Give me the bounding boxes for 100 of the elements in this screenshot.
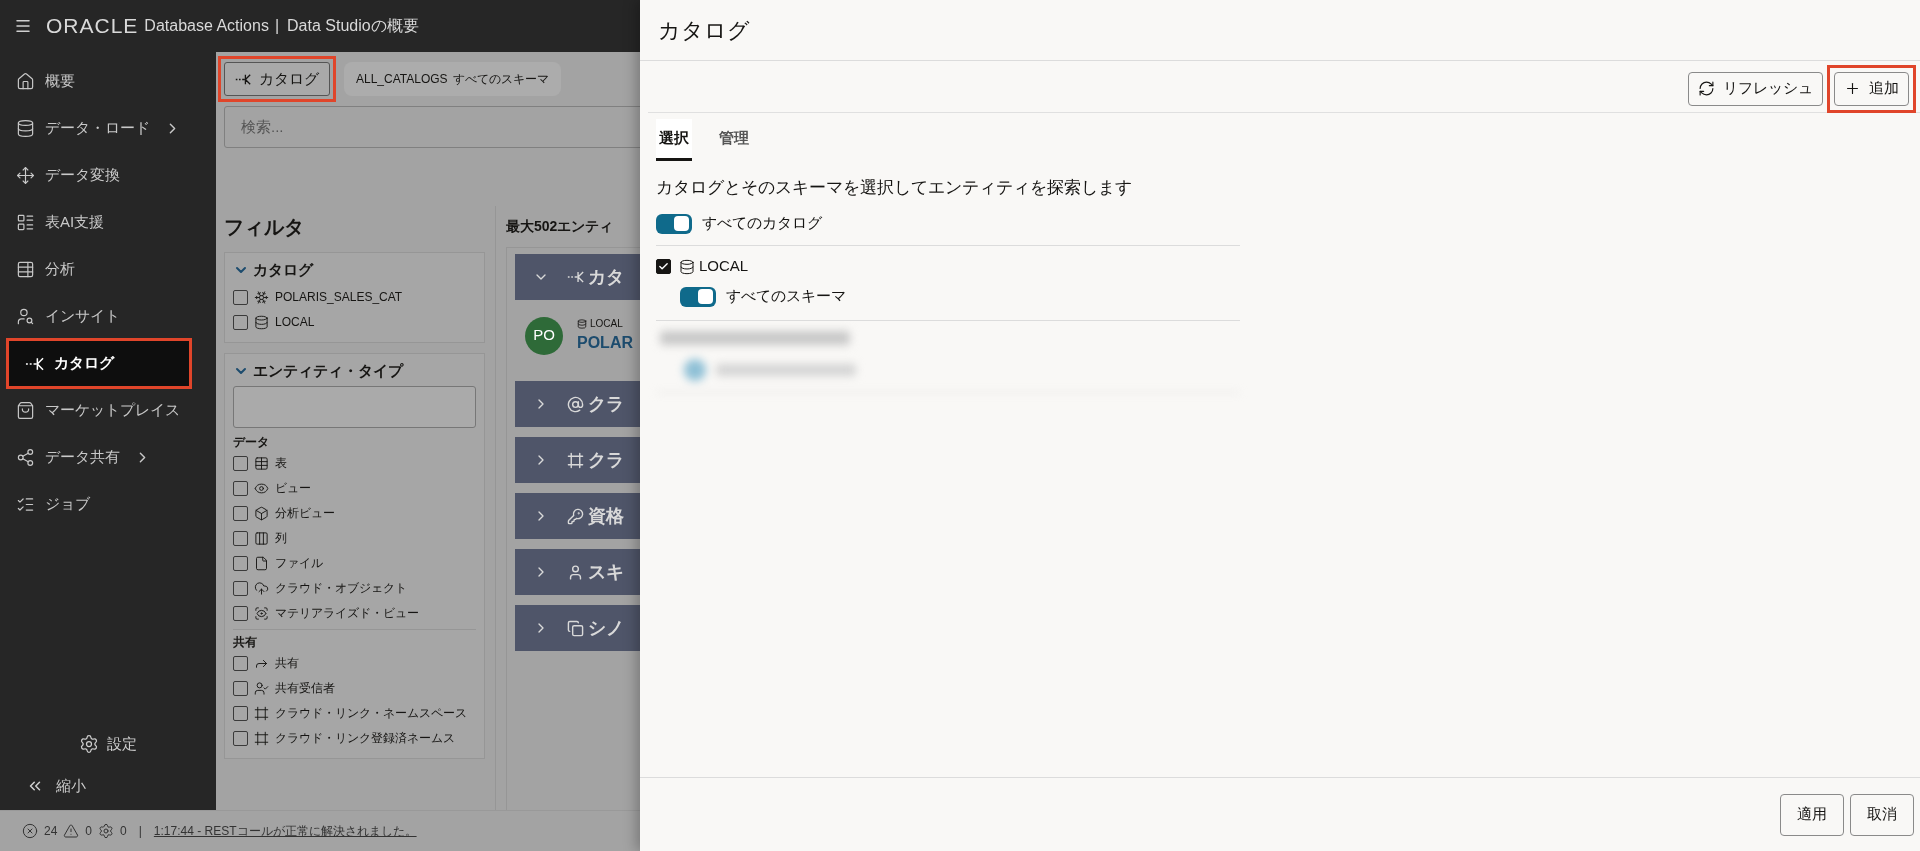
database-icon [577,318,587,329]
filter-option-label: クラウド・オブジェクト [275,581,407,596]
filter-option-label: 表 [275,456,287,471]
user-icon [567,563,584,581]
panel-description: カタログとそのスキーマを選択してエンティティを探索します [656,177,1133,199]
at-sign-icon [567,395,584,413]
checkbox[interactable] [233,314,248,330]
cancel-button[interactable]: 取消 [1850,793,1914,836]
scope-chip[interactable]: ALL_CATALOGS すべてのスキーマ [344,62,561,96]
scan-eye-icon [254,606,269,621]
status-message-link[interactable]: 1:17:44 - RESTコールが正常に解決されました。 [153,822,417,840]
snowflake-icon [254,289,269,305]
tab[interactable]: 選択 [656,119,692,161]
user-check-icon [254,681,269,696]
filter-option-label: クラウド・リンク・ネームスペース [275,706,467,721]
sidebar-item[interactable]: 概要 [0,59,216,104]
checkbox[interactable] [233,706,248,721]
entity-group-header[interactable]: スキ [515,549,640,595]
checkbox[interactable] [233,731,248,746]
checkbox[interactable] [233,606,248,621]
tab[interactable]: 管理 [716,119,752,161]
brand-logo: ORACLE [46,13,139,40]
entity-group-header[interactable]: シノ [515,605,640,651]
toggle-label: すべてのスキーマ [726,286,846,307]
status-separator: | [138,823,142,840]
eye-icon [254,481,269,496]
entity-group-header[interactable]: クラ [515,381,640,427]
cube-icon [254,506,269,521]
shopping-bag-icon [16,401,35,420]
checkbox[interactable] [233,456,248,471]
entity-group-header[interactable]: 資格 [515,493,640,539]
catalog-name: LOCAL [699,256,749,277]
section-header[interactable]: エンティティ・タイプ [233,359,403,382]
filter-option-label: ビュー [275,481,311,496]
entity-group-header[interactable]: カタ [515,254,640,300]
filter-input-field[interactable] [233,386,476,428]
page-title: Data Studioの概要 [287,16,419,36]
sidebar-item[interactable]: データ変換 [0,153,216,198]
toggle-switch[interactable] [656,213,692,234]
database-icon [254,314,269,330]
sidebar-item[interactable]: カタログ [9,341,189,386]
checkbox[interactable] [233,531,248,546]
results-heading: 最大502エンティ [506,217,615,236]
title-separator: | [274,16,280,36]
menu-icon[interactable] [14,17,32,35]
plus-icon [1844,80,1861,97]
sidebar-item[interactable]: マーケットプレイス [0,388,216,433]
checkbox[interactable] [233,681,248,696]
collapse-button[interactable]: 縮小 [0,764,216,808]
filter-option-label: 共有受信者 [275,681,335,696]
toggle-label: すべてのカタログ [702,213,822,234]
table-icon [254,456,269,471]
settings-icon [98,823,115,839]
checkbox[interactable] [233,289,248,305]
list-checks-icon [16,495,35,514]
settings-icon [79,734,99,754]
sidebar-item[interactable]: データ・ロード [0,106,216,151]
checkbox[interactable] [233,581,248,596]
sidebar-item[interactable]: 分析 [0,247,216,292]
filter-option-label: POLARIS_SALES_CAT [275,289,403,305]
panel-title: カタログ [640,0,1920,61]
checkbox[interactable] [233,656,248,671]
app-title: Database Actions [144,16,269,36]
sidebar-item[interactable]: データ共有 [0,435,216,480]
sidebar-item[interactable]: 表AI支援 [0,200,216,245]
apply-button[interactable]: 適用 [1780,793,1844,836]
entity-avatar: PO [525,316,563,355]
sidebar-item[interactable]: ジョブ [0,482,216,527]
settings-button[interactable]: 設定 [0,724,216,764]
entity-catalog: LOCAL [590,317,623,331]
checkbox[interactable] [233,506,248,521]
add-button[interactable]: 追加 [1834,71,1909,106]
filter-option-label: 分析ビュー [275,506,335,521]
warning-count: 0 [85,823,93,840]
entity-name[interactable]: POLAR [577,331,633,355]
filter-title: フィルタ [224,215,305,240]
error-count: 24 [44,823,58,840]
columns-icon [254,531,269,546]
cloud-icon [254,581,269,596]
refresh-button[interactable]: リフレッシュ [1688,71,1823,106]
checkbox[interactable] [233,481,248,496]
entity-group-header[interactable]: クラ [515,437,640,483]
frame-icon [567,451,584,469]
filter-option-label: マテリアライズド・ビュー [275,606,419,621]
checkmark-icon [658,261,669,272]
key-icon [567,507,584,525]
file-icon [254,556,269,571]
checkbox[interactable] [656,259,671,274]
sidebar-item[interactable]: インサイト [0,294,216,339]
database-icon [679,258,695,275]
refresh-icon [1698,80,1715,97]
toggle-switch[interactable] [680,286,716,307]
copy-icon [567,619,584,637]
checkbox[interactable] [233,556,248,571]
share-icon [16,448,35,467]
filter-option-label: 共有 [275,656,299,671]
warning-icon [63,823,80,839]
catalog-button[interactable]: カタログ [224,62,330,96]
filter-option-label: 列 [275,531,287,546]
section-header[interactable]: カタログ [233,259,313,282]
